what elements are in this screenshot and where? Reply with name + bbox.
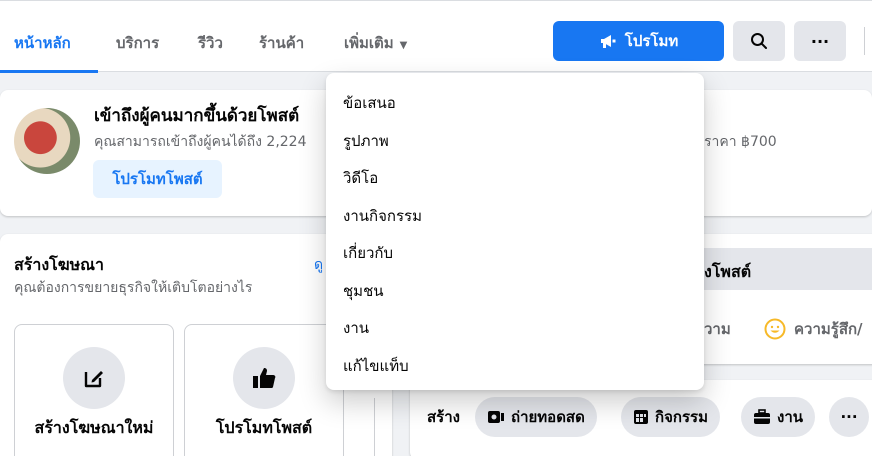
more-tabs-dropdown: ข้อเสนอ รูปภาพ วิดีโอ งานกิจกรรม เกี่ยวก… bbox=[326, 73, 704, 390]
menu-item-edit-tabs[interactable]: แก้ไขแท็บ bbox=[343, 354, 409, 378]
menu-item-jobs[interactable]: งาน bbox=[343, 316, 369, 340]
tab-shop[interactable]: ร้านค้า bbox=[259, 31, 304, 55]
boost-post-button[interactable]: โปรโมทโพสต์ bbox=[93, 160, 222, 198]
edit-icon bbox=[63, 347, 125, 409]
composer-option-label: วาม bbox=[704, 320, 731, 338]
active-tab-indicator bbox=[0, 70, 98, 73]
more-options-button[interactable]: ··· bbox=[794, 21, 846, 61]
promote-button[interactable]: โปรโมท bbox=[553, 21, 724, 61]
see-all-link[interactable]: ดู bbox=[314, 254, 323, 276]
composer-header: งโพสต์ bbox=[704, 248, 872, 290]
more-icon: ··· bbox=[810, 31, 830, 51]
more-icon: ··· bbox=[840, 408, 858, 426]
menu-item-community[interactable]: ชุมชน bbox=[343, 279, 384, 303]
create-new-ad-label: สร้างโฆษณาใหม่ bbox=[34, 418, 154, 437]
event-label: กิจกรรม bbox=[655, 408, 708, 426]
job-label: งาน bbox=[777, 408, 804, 426]
feeling-option[interactable]: ความรู้สึก/ bbox=[764, 317, 863, 341]
create-ad-subtitle: คุณต้องการขยายธุรกิจให้เติบโตอย่างไร bbox=[14, 280, 253, 296]
tab-more[interactable]: เพิ่มเติม ▼ bbox=[344, 31, 407, 55]
divider bbox=[374, 398, 375, 456]
boost-price-text: ราคา ฿700 bbox=[704, 134, 777, 150]
more-actions-button[interactable]: ··· bbox=[829, 397, 869, 437]
boost-title: เข้าถึงผู้คนมากขึ้นด้วยโพสต์ bbox=[94, 106, 300, 126]
search-button[interactable] bbox=[733, 21, 785, 61]
megaphone-icon bbox=[600, 35, 616, 48]
job-button[interactable]: งาน bbox=[741, 397, 816, 437]
smiley-icon bbox=[764, 318, 786, 340]
menu-item-offers[interactable]: ข้อเสนอ bbox=[343, 91, 396, 115]
create-label: สร้าง bbox=[427, 408, 460, 426]
promote-button-label: โปรโมท bbox=[624, 32, 679, 50]
boost-subtitle: คุณสามารถเข้าถึงผู้คนได้ถึง 2,224 bbox=[94, 134, 307, 150]
event-button[interactable]: กิจกรรม bbox=[621, 397, 720, 437]
composer-option[interactable]: วาม bbox=[704, 317, 731, 341]
tab-reviews[interactable]: รีวิว bbox=[198, 31, 223, 55]
menu-item-events[interactable]: งานกิจกรรม bbox=[343, 204, 422, 228]
tab-more-label: เพิ่มเติม bbox=[344, 34, 394, 52]
create-ad-title: สร้างโฆษณา bbox=[14, 255, 104, 274]
briefcase-icon bbox=[754, 409, 770, 424]
create-new-ad-tile[interactable]: สร้างโฆษณาใหม่ bbox=[14, 324, 174, 456]
search-icon bbox=[751, 33, 767, 49]
menu-item-videos[interactable]: วิดีโอ bbox=[343, 166, 378, 190]
feeling-option-label: ความรู้สึก/ bbox=[794, 320, 863, 338]
live-video-button[interactable]: ถ่ายทอดสด bbox=[475, 397, 597, 437]
page-tab-bar: หน้าหลัก บริการ รีวิว ร้านค้า เพิ่มเติม ▼… bbox=[0, 0, 872, 73]
divider bbox=[864, 27, 865, 55]
menu-item-about[interactable]: เกี่ยวกับ bbox=[343, 241, 393, 265]
tab-services[interactable]: บริการ bbox=[116, 31, 159, 55]
promote-post-tile[interactable]: โปรโมทโพสต์ bbox=[184, 324, 344, 456]
caret-down-icon: ▼ bbox=[399, 40, 408, 51]
promote-post-label: โปรโมทโพสต์ bbox=[215, 418, 313, 437]
live-video-icon bbox=[488, 411, 504, 423]
thumbs-up-icon bbox=[233, 347, 295, 409]
post-thumbnail bbox=[14, 108, 80, 174]
menu-item-photos[interactable]: รูปภาพ bbox=[343, 129, 389, 153]
tab-home[interactable]: หน้าหลัก bbox=[14, 31, 71, 55]
live-video-label: ถ่ายทอดสด bbox=[511, 408, 585, 426]
calendar-icon bbox=[634, 410, 648, 424]
